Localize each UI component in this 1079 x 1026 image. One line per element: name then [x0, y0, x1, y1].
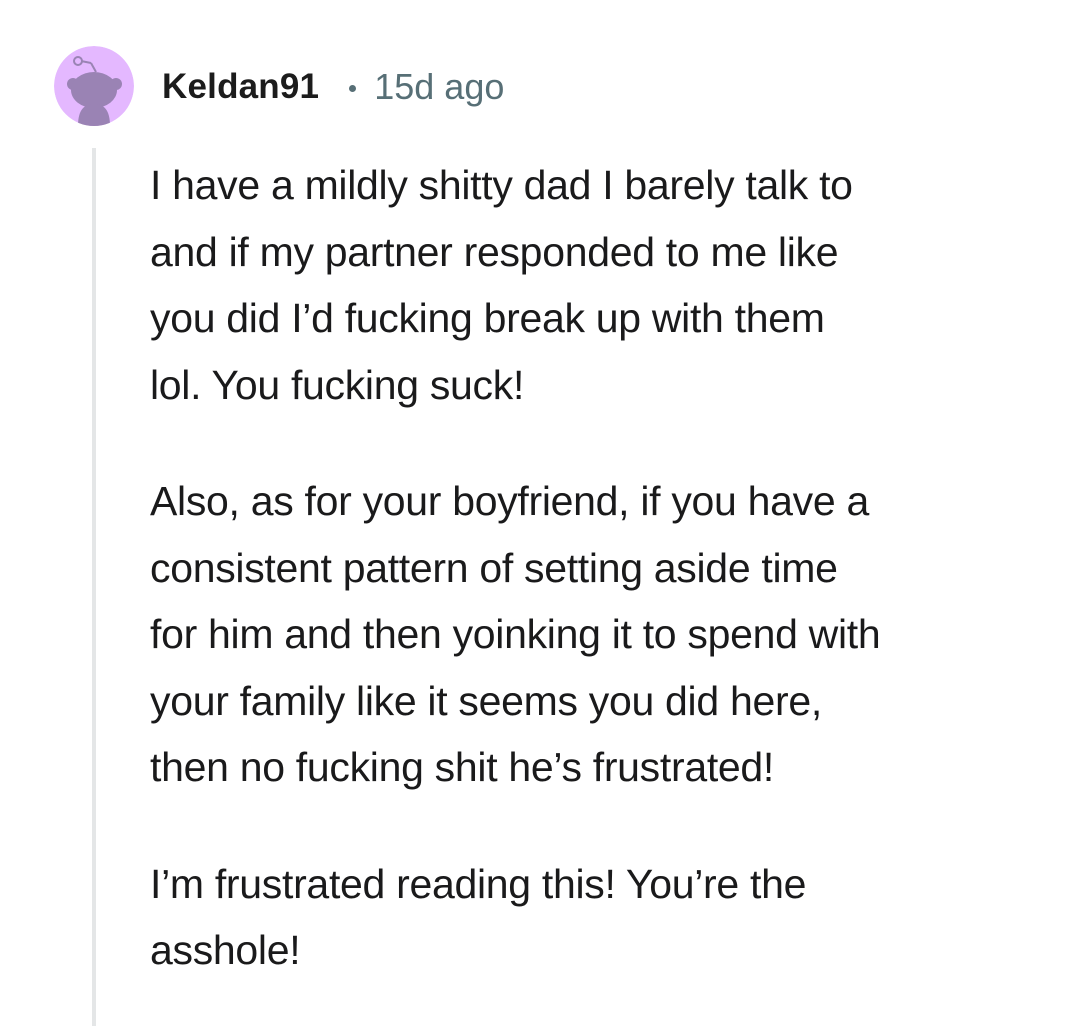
comment-timestamp[interactable]: 15d ago: [374, 66, 504, 108]
comment-body: I have a mildly shitty dad I barely talk…: [150, 152, 1055, 984]
comment-paragraph: I have a mildly shitty dad I barely talk…: [150, 162, 853, 408]
snoo-avatar-icon: [54, 46, 134, 126]
comment-paragraph: Also, as for your boyfriend, if you have…: [150, 478, 881, 790]
meta-separator-dot: [349, 84, 357, 92]
comment: Keldan91 15d ago I have a mildly shitty …: [0, 0, 1079, 1026]
comment-author[interactable]: Keldan91: [162, 67, 319, 107]
user-avatar[interactable]: [54, 46, 134, 126]
comment-header: Keldan91 15d ago: [162, 62, 504, 112]
thread-collapse-line[interactable]: [92, 148, 96, 1026]
comment-paragraph: I’m frustrated reading this! You’re the …: [150, 860, 807, 974]
